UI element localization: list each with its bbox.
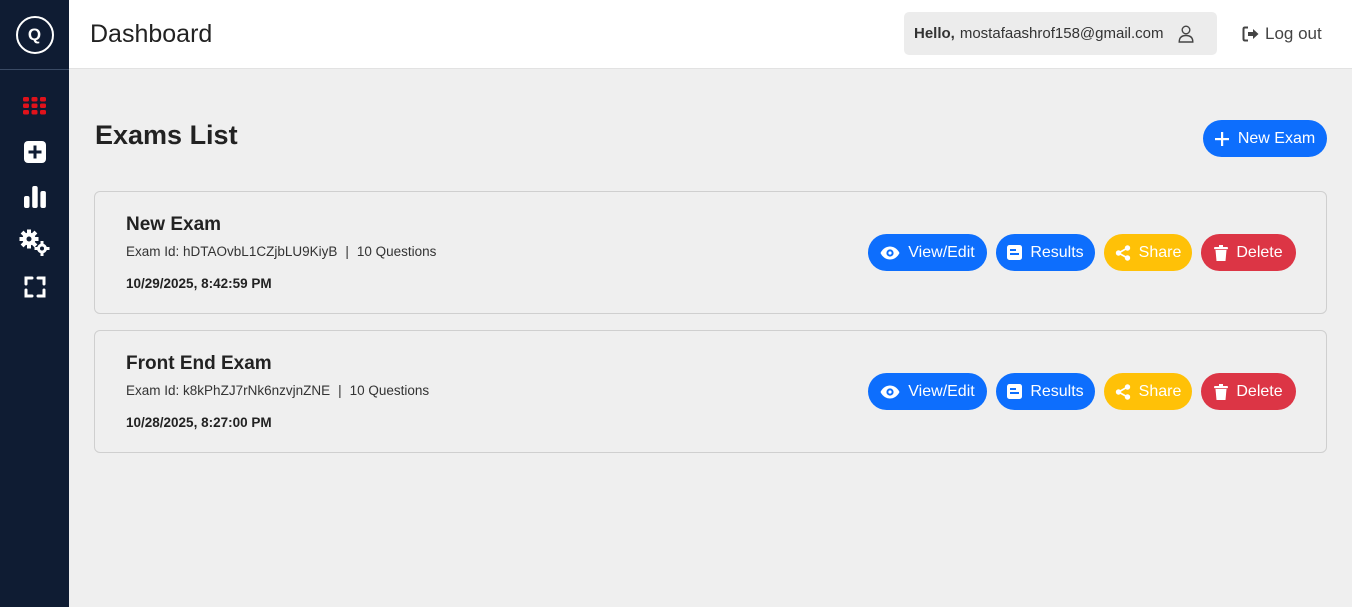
- hello-label: Hello,: [914, 25, 955, 42]
- page-header-title: Dashboard: [90, 20, 213, 48]
- delete-button[interactable]: Delete: [1201, 373, 1296, 410]
- user-greeting: Hello, mostafaashrof158@gmail.com: [904, 12, 1217, 55]
- results-label: Results: [1030, 243, 1084, 261]
- share-icon: [1115, 244, 1131, 261]
- share-button[interactable]: Share: [1104, 373, 1192, 410]
- logout-icon: [1242, 26, 1260, 42]
- results-label: Results: [1030, 382, 1084, 400]
- share-label: Share: [1138, 243, 1182, 261]
- exam-meta: Exam Id: k8kPhZJ7rNk6nzvjnZNE | 10 Questio…: [126, 383, 429, 398]
- exam-id: hDTAOvbL1CZjbLU9KiyB: [183, 244, 338, 259]
- delete-button[interactable]: Delete: [1201, 234, 1296, 271]
- nav-fullscreen[interactable]: [0, 272, 69, 302]
- logo-area: Q: [0, 0, 69, 70]
- bar-chart-icon: [23, 186, 46, 208]
- sidebar: Q: [0, 0, 69, 607]
- exam-date: 10/28/2025, 8:27:00 PM: [126, 415, 272, 430]
- view-edit-label: View/Edit: [908, 243, 975, 261]
- exam-date: 10/29/2025, 8:42:59 PM: [126, 276, 272, 291]
- eye-icon: [880, 385, 900, 399]
- new-exam-button[interactable]: New Exam: [1203, 120, 1327, 157]
- view-edit-button[interactable]: View/Edit: [868, 373, 987, 410]
- results-button[interactable]: Results: [996, 234, 1095, 271]
- exam-card: Front End Exam Exam Id: k8kPhZJ7rNk6nzvj…: [94, 330, 1327, 453]
- trash-icon: [1214, 244, 1229, 261]
- exam-question-count: 10 Questions: [356, 244, 437, 259]
- user-email: mostafaashrof158@gmail.com: [959, 25, 1164, 42]
- share-label: Share: [1138, 382, 1182, 400]
- view-edit-label: View/Edit: [908, 382, 975, 400]
- exam-id-label: Exam Id:: [126, 244, 180, 259]
- exam-id: k8kPhZJ7rNk6nzvjnZNE: [183, 383, 331, 398]
- exam-meta: Exam Id: hDTAOvbL1CZjbLU9KiyB | 10 Questio…: [126, 244, 436, 259]
- new-exam-label: New Exam: [1237, 129, 1316, 147]
- exam-question-count: 10 Questions: [349, 383, 430, 398]
- exams-list-title: Exams List: [95, 120, 238, 150]
- exam-title: Front End Exam: [126, 353, 272, 374]
- delete-label: Delete: [1236, 382, 1283, 400]
- grid-icon: [22, 97, 46, 115]
- user-icon[interactable]: [1177, 25, 1194, 43]
- nav-dashboard[interactable]: [0, 91, 69, 121]
- logout-label: Log out: [1265, 24, 1322, 43]
- top-bar: Dashboard Hello, mostafaashrof158@gmail.…: [69, 0, 1352, 69]
- meta-separator: |: [345, 244, 349, 259]
- exam-card: New Exam Exam Id: hDTAOvbL1CZjbLU9KiyB | 1…: [94, 191, 1327, 314]
- share-icon: [1115, 383, 1131, 400]
- fullscreen-icon: [24, 276, 45, 298]
- exam-title: New Exam: [126, 214, 222, 235]
- plus-icon: [1214, 131, 1229, 146]
- nav-settings[interactable]: [0, 228, 69, 258]
- app-logo[interactable]: Q: [15, 15, 54, 54]
- nav-results[interactable]: [0, 182, 69, 212]
- trash-icon: [1214, 383, 1229, 400]
- eye-icon: [880, 246, 900, 260]
- nav-add-exam[interactable]: [0, 137, 69, 167]
- share-button[interactable]: Share: [1104, 234, 1192, 271]
- delete-label: Delete: [1236, 243, 1283, 261]
- results-icon: [1007, 384, 1023, 399]
- meta-separator: |: [338, 383, 342, 398]
- view-edit-button[interactable]: View/Edit: [868, 234, 987, 271]
- logout-button[interactable]: Log out: [1242, 24, 1322, 44]
- gears-icon: [19, 229, 49, 256]
- results-button[interactable]: Results: [996, 373, 1095, 410]
- add-square-icon: [23, 141, 46, 163]
- results-icon: [1007, 245, 1023, 260]
- exam-id-label: Exam Id:: [126, 383, 180, 398]
